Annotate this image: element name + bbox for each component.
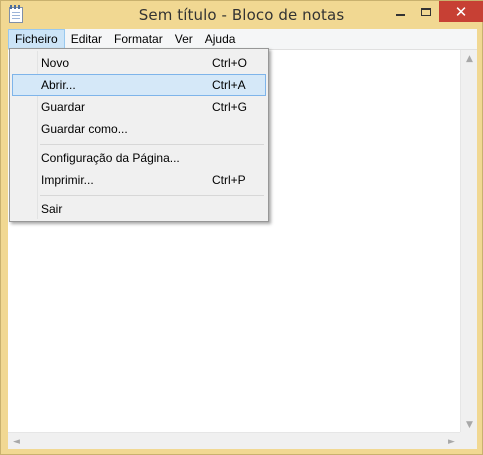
menu-item-shortcut: Ctrl+P — [212, 173, 246, 187]
minimize-button[interactable] — [387, 1, 413, 22]
scroll-up-icon[interactable]: ▲ — [461, 50, 478, 67]
file-menu-dropdown: Novo Ctrl+O Abrir... Ctrl+A Guardar Ctrl… — [9, 48, 269, 222]
menu-item-label: Sair — [41, 202, 63, 216]
menu-item-shortcut: Ctrl+O — [212, 56, 248, 70]
menu-item-shortcut: Ctrl+G — [212, 100, 248, 114]
menu-item-guardar-como[interactable]: Guardar como... — [12, 118, 266, 140]
menu-item-configuracao-pagina[interactable]: Configuração da Página... — [12, 147, 266, 169]
menu-ficheiro[interactable]: Ficheiro — [8, 29, 65, 49]
notepad-window: Sem título - Bloco de notas ✕ Ficheiro E… — [0, 0, 483, 455]
close-button[interactable]: ✕ — [439, 1, 483, 22]
title-bar[interactable]: Sem título - Bloco de notas ✕ — [1, 1, 483, 29]
menu-bar: Ficheiro Editar Formatar Ver Ajuda — [8, 29, 477, 49]
menu-ver[interactable]: Ver — [169, 29, 199, 49]
scroll-right-icon[interactable]: ► — [443, 433, 460, 450]
minimize-icon — [395, 13, 405, 16]
menu-formatar[interactable]: Formatar — [108, 29, 169, 49]
menu-item-imprimir[interactable]: Imprimir... Ctrl+P — [12, 169, 266, 191]
menu-ajuda[interactable]: Ajuda — [199, 29, 242, 49]
menu-item-sair[interactable]: Sair — [12, 198, 266, 220]
maximize-icon — [421, 7, 431, 16]
menu-item-novo[interactable]: Novo Ctrl+O — [12, 52, 266, 74]
menu-item-abrir[interactable]: Abrir... Ctrl+A — [12, 74, 266, 96]
menu-item-label: Guardar como... — [41, 122, 128, 136]
scroll-down-icon[interactable]: ▼ — [461, 416, 478, 433]
scroll-left-icon[interactable]: ◄ — [8, 433, 25, 450]
menu-item-label: Novo — [41, 56, 70, 70]
menu-separator — [40, 195, 264, 196]
menu-editar[interactable]: Editar — [65, 29, 108, 49]
menu-item-label: Configuração da Página... — [41, 151, 180, 165]
menu-item-shortcut: Ctrl+A — [212, 78, 246, 92]
menu-separator — [40, 144, 264, 145]
scrollbar-corner — [460, 432, 477, 449]
menu-item-label: Imprimir... — [41, 173, 94, 187]
maximize-button[interactable] — [413, 1, 439, 22]
menu-item-label: Guardar — [41, 100, 86, 114]
menu-item-guardar[interactable]: Guardar Ctrl+G — [12, 96, 266, 118]
horizontal-scrollbar[interactable]: ◄ ► — [8, 432, 460, 449]
vertical-scrollbar[interactable]: ▲ ▼ — [460, 50, 477, 433]
menu-item-label: Abrir... — [41, 78, 76, 92]
